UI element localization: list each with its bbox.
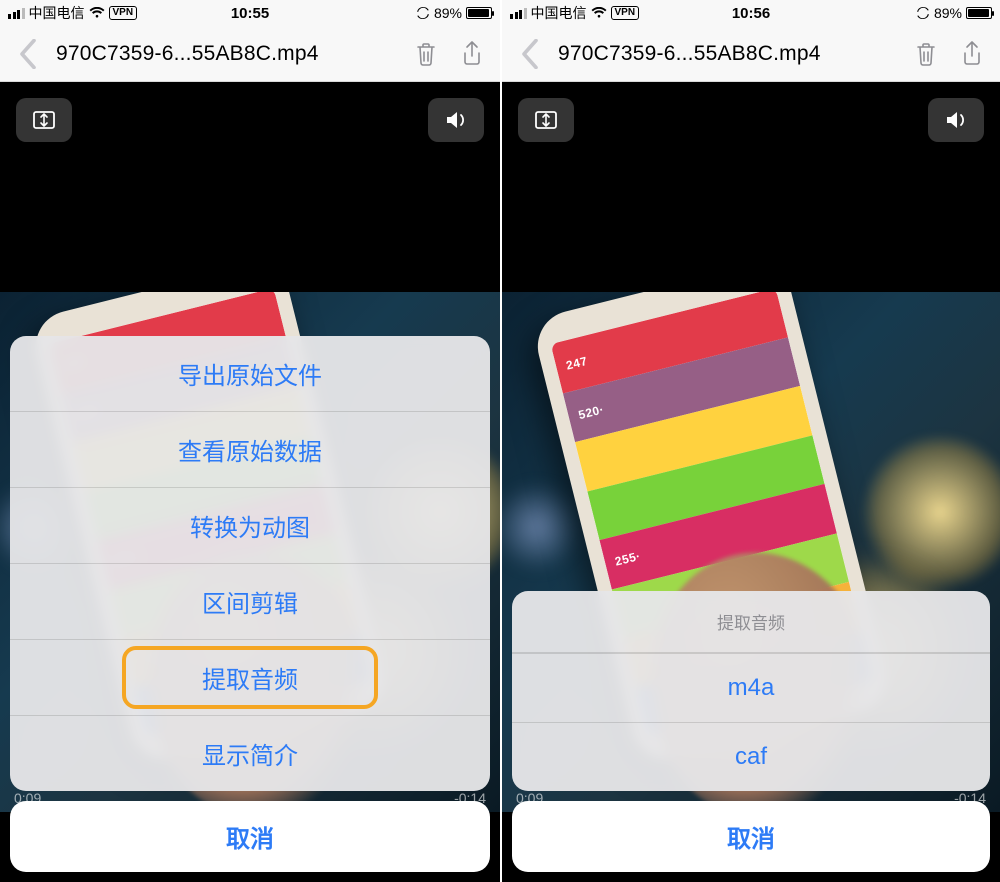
sheet-option-extract-audio[interactable]: 提取音频 <box>10 639 490 715</box>
sheet-option-view-raw[interactable]: 查看原始数据 <box>10 411 490 487</box>
sheet-option-convert-gif[interactable]: 转换为动图 <box>10 487 490 563</box>
sheet-option-export-original[interactable]: 导出原始文件 <box>10 336 490 411</box>
sheet-title: 提取音频 <box>512 591 990 653</box>
action-sheet-options: 提取音频 m4a caf <box>512 591 990 791</box>
phone-left: 中国电信 VPN 10:55 89% 970C7359-6...55AB8C.m… <box>0 0 500 882</box>
sheet-option-trim[interactable]: 区间剪辑 <box>10 563 490 639</box>
action-sheet-options: 导出原始文件 查看原始数据 转换为动图 区间剪辑 提取音频 显示简介 <box>10 336 490 791</box>
action-sheet: 导出原始文件 查看原始数据 转换为动图 区间剪辑 提取音频 显示简介 取消 <box>0 0 500 882</box>
sheet-option-show-info[interactable]: 显示简介 <box>10 715 490 791</box>
sheet-option-label: 提取音频 <box>202 667 298 694</box>
sheet-cancel-button[interactable]: 取消 <box>512 801 990 872</box>
sheet-option-caf[interactable]: caf <box>512 722 990 791</box>
phone-right: 中国电信 VPN 10:56 89% 970C7359-6...55AB8C.m… <box>500 0 1000 882</box>
sheet-option-m4a[interactable]: m4a <box>512 653 990 722</box>
action-sheet: 提取音频 m4a caf 取消 <box>502 0 1000 882</box>
sheet-cancel-button[interactable]: 取消 <box>10 801 490 872</box>
